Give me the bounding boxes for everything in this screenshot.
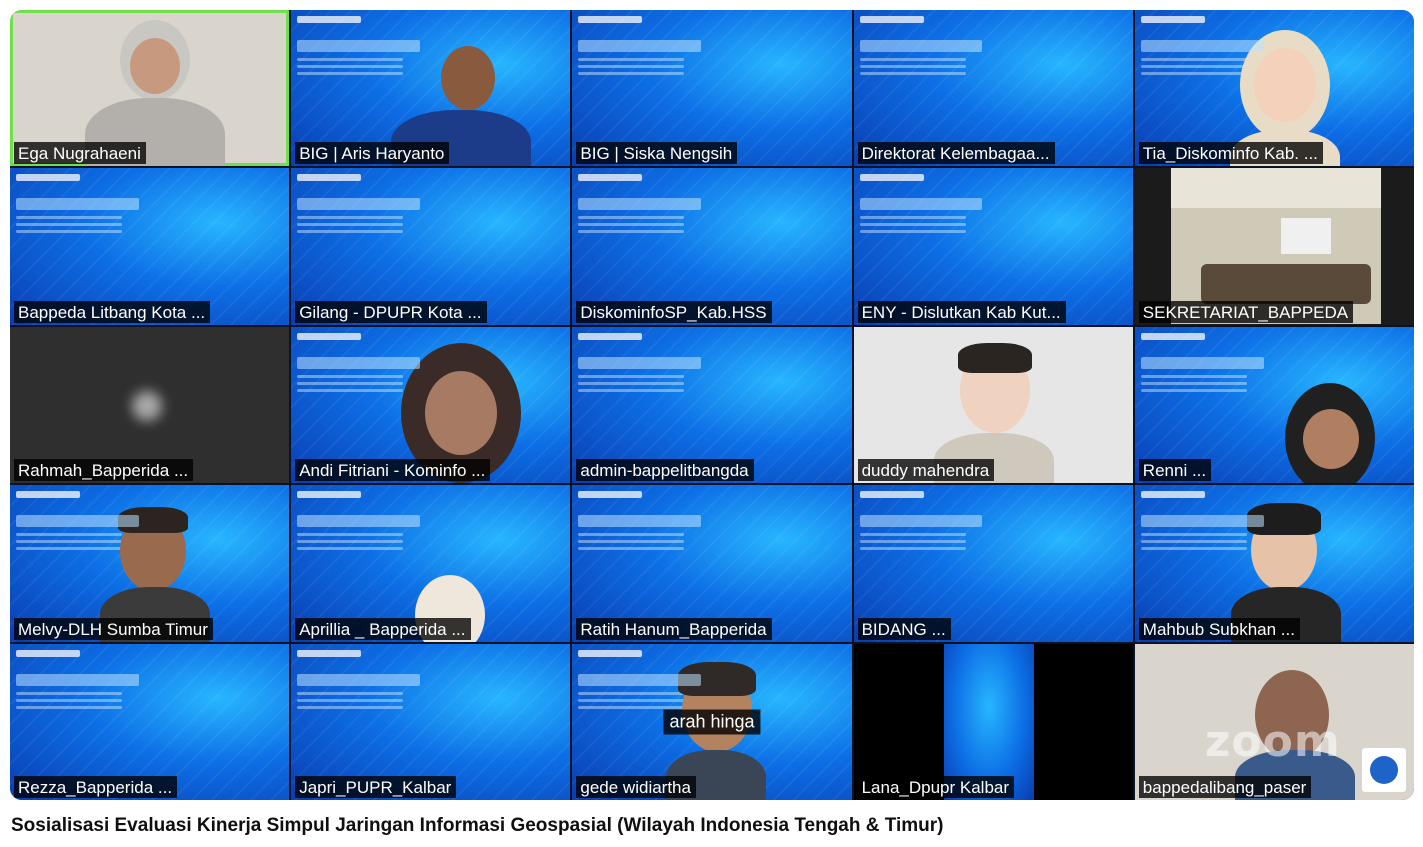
participant-name: SEKRETARIAT_BAPPEDA: [1138, 300, 1354, 323]
participant-tile: arah hinga gede widiartha: [572, 643, 852, 800]
participant-tile: Gilang - DPUPR Kota ...: [291, 168, 571, 325]
participant-tile: Andi Fitriani - Kominfo ...: [291, 326, 571, 484]
participant-name: Mahbub Subkhan ...: [1138, 617, 1300, 640]
video-player[interactable]: Ega Nugrahaeni BIG | Aris Haryanto BIG |…: [10, 10, 1414, 800]
participant-tile: SEKRETARIAT_BAPPEDA: [1134, 168, 1414, 325]
participant-tile: Melvy-DLH Sumba Timur: [10, 485, 290, 642]
participant-name: BIG | Siska Nengsih: [576, 142, 738, 165]
live-caption: arah hinga: [663, 709, 761, 735]
participant-name: Bappeda Litbang Kota ...: [14, 300, 211, 323]
participant-name: Rezza_Bapperida ...: [14, 775, 178, 798]
participant-tile: DiskominfoSP_Kab.HSS: [572, 168, 852, 325]
participant-name: Ratih Hanum_Bapperida: [576, 617, 772, 640]
participant-tile: Lana_Dpupr Kalbar: [853, 643, 1133, 800]
participant-name: Melvy-DLH Sumba Timur: [14, 617, 213, 640]
participant-name: Rahmah_Bapperida ...: [14, 459, 194, 482]
participant-tile: BIG | Aris Haryanto: [291, 10, 571, 167]
participant-tile: Tia_Diskominfo Kab. ...: [1134, 10, 1414, 167]
participant-name: Gilang - DPUPR Kota ...: [295, 300, 487, 323]
participant-tile: zoom bappedalibang_paser: [1134, 643, 1414, 800]
participant-tile: BIDANG ...: [853, 485, 1133, 642]
participant-tile: Bappeda Litbang Kota ...: [10, 168, 290, 325]
big-logo-icon: [1362, 747, 1406, 792]
participant-tile: BIG | Siska Nengsih: [572, 10, 852, 167]
participant-tile: Rezza_Bapperida ...: [10, 643, 290, 800]
participant-tile: Rahmah_Bapperida ...: [10, 326, 290, 484]
participant-name: Direktorat Kelembagaa...: [857, 142, 1055, 165]
participant-tile: Renni ...: [1134, 326, 1414, 484]
participant-video: [1275, 382, 1395, 484]
participant-tile: ENY - Dislutkan Kab Kut...: [853, 168, 1133, 325]
participant-tile: Ega Nugrahaeni: [10, 10, 290, 167]
participant-grid: Ega Nugrahaeni BIG | Aris Haryanto BIG |…: [10, 10, 1414, 800]
participant-name: BIG | Aris Haryanto: [295, 142, 450, 165]
participant-name: Japri_PUPR_Kalbar: [295, 775, 457, 798]
participant-name: Ega Nugrahaeni: [14, 142, 146, 165]
participant-name: bappedalibang_paser: [1138, 775, 1312, 798]
video-title[interactable]: Sosialisasi Evaluasi Kinerja Simpul Jari…: [11, 815, 944, 837]
participant-name: ENY - Dislutkan Kab Kut...: [857, 300, 1066, 323]
participant-tile: duddy mahendra: [853, 326, 1133, 484]
participant-tile: admin-bappelitbangda: [572, 326, 852, 484]
participant-video: [80, 20, 230, 167]
participant-name: Lana_Dpupr Kalbar: [857, 775, 1015, 798]
participant-name: Aprillia _ Bapperida ...: [295, 617, 471, 640]
zoom-watermark: zoom: [1204, 715, 1341, 767]
participant-tile: Ratih Hanum_Bapperida: [572, 485, 852, 642]
participant-tile: Japri_PUPR_Kalbar: [291, 643, 571, 800]
participant-name: Andi Fitriani - Kominfo ...: [295, 459, 491, 482]
participant-name: BIDANG ...: [857, 617, 951, 640]
participant-tile: Direktorat Kelembagaa...: [853, 10, 1133, 167]
participant-tile: Mahbub Subkhan ...: [1134, 485, 1414, 642]
participant-name: Renni ...: [1138, 459, 1212, 482]
participant-name: Tia_Diskominfo Kab. ...: [1138, 142, 1323, 165]
participant-name: DiskominfoSP_Kab.HSS: [576, 300, 772, 323]
participant-name: gede widiartha: [576, 775, 696, 798]
participant-name: admin-bappelitbangda: [576, 459, 754, 482]
participant-tile: Aprillia _ Bapperida ...: [291, 485, 571, 642]
participant-name: duddy mahendra: [857, 459, 995, 482]
